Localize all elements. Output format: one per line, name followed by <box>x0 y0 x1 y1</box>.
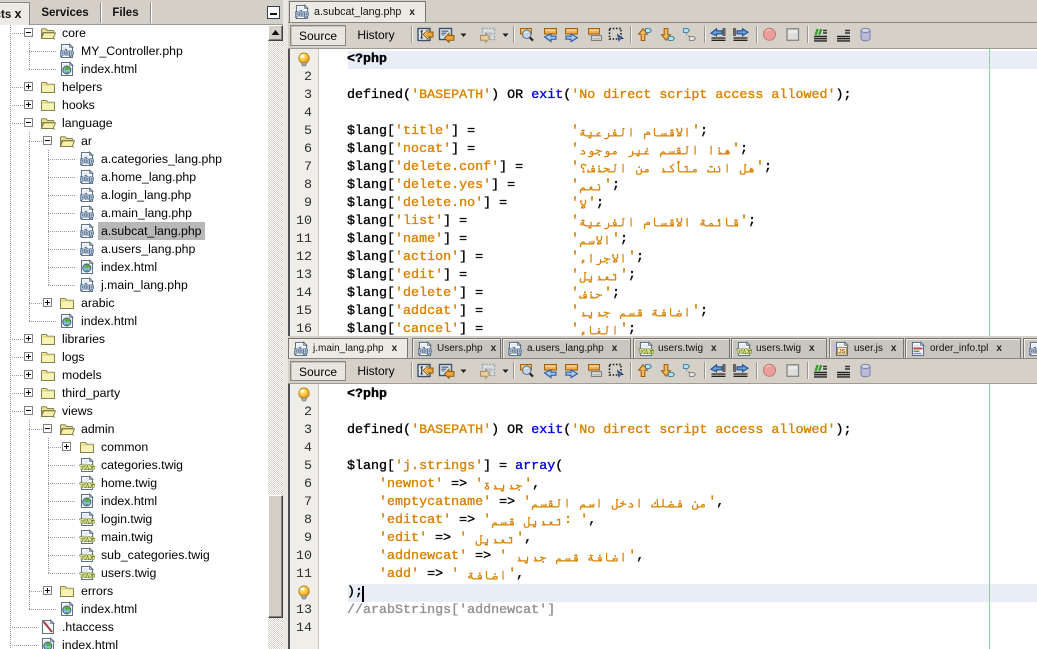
svg-text:php: php <box>418 346 432 355</box>
svg-text:php: php <box>80 246 94 255</box>
svg-text:php: php <box>60 48 74 57</box>
svg-text:php: php <box>80 210 94 219</box>
svg-text:TWIG: TWIG <box>80 518 95 525</box>
svg-text:php: php <box>80 174 94 183</box>
svg-text:php: php <box>80 156 94 165</box>
svg-text:php: php <box>295 9 309 18</box>
svg-text:TWIG: TWIG <box>80 482 95 489</box>
svg-text:TWIG: TWIG <box>80 572 95 579</box>
svg-text:TWIG: TWIG <box>80 554 95 561</box>
svg-text:php: php <box>294 346 308 355</box>
svg-text:php: php <box>80 228 94 237</box>
svg-text:php: php <box>508 346 522 355</box>
svg-text:TWIG: TWIG <box>737 348 752 355</box>
svg-text:TWIG: TWIG <box>80 464 95 471</box>
svg-text:php: php <box>1029 346 1037 355</box>
svg-text:TWIG: TWIG <box>80 536 95 543</box>
svg-text:TWIG: TWIG <box>639 348 654 355</box>
svg-text:php: php <box>80 282 94 291</box>
svg-text:JS: JS <box>839 348 846 354</box>
svg-text:php: php <box>80 192 94 201</box>
